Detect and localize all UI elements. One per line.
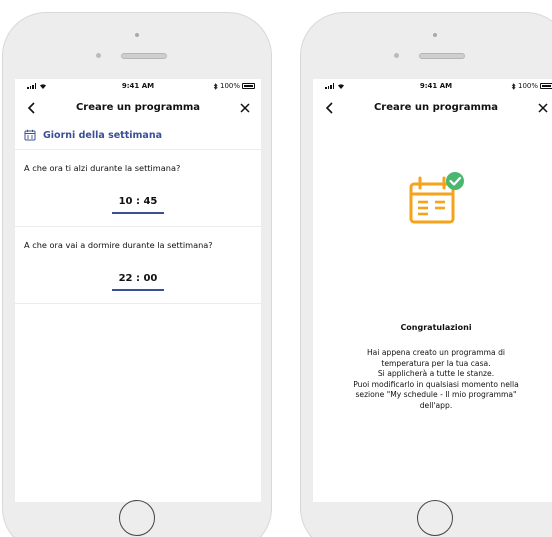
message-line: Hai appena creato un programma di [366,348,506,357]
question-text: A che ora ti alzi durante la settimana? [24,163,181,173]
calendar-icon [24,129,36,141]
screen-right: 9:41 AM 100% Creare un programma Congrat… [313,79,552,502]
battery-icon [540,83,552,89]
calendar-check-icon [409,172,464,224]
home-button[interactable] [417,500,453,536]
question-wake-up: A che ora ti alzi durante la settimana? … [15,150,261,227]
battery-percent: 100% [219,82,240,90]
page-title: Creare un programma [75,102,201,113]
battery-fill [542,85,551,87]
close-icon[interactable] [237,100,253,116]
screen-left: 9:41 AM 100% Creare un programma Giorni … [15,79,261,502]
nav-bar: Creare un programma [313,94,552,122]
message-line: temperatura per la tua casa. [381,358,491,368]
message-line: sezione "My schedule - Il mio programma" [355,390,517,399]
section-label: Giorni della settimana [43,129,162,141]
status-bar: 9:41 AM 100% [313,79,552,94]
close-icon[interactable] [535,100,551,116]
status-right: 100% [511,82,552,90]
earpiece-speaker [419,53,465,59]
status-bar: 9:41 AM 100% [15,79,261,94]
front-camera [433,33,437,37]
check-badge [446,172,464,190]
bluetooth-icon [511,82,516,90]
battery-fill [244,85,253,87]
wake-time-field[interactable]: 10 : 45 [112,196,164,214]
section-header-weekdays: Giorni della settimana [15,122,261,150]
front-camera [135,33,139,37]
phone-right: 9:41 AM 100% Creare un programma Congrat… [300,12,552,537]
battery-icon [242,83,255,89]
nav-bar: Creare un programma [15,94,261,122]
status-right: 100% [213,82,255,90]
home-button[interactable] [119,500,155,536]
proximity-sensor [96,53,101,58]
message-line: Si applicherà a tutte le stanze. [377,369,495,378]
bed-time-field[interactable]: 22 : 00 [112,273,164,291]
earpiece-speaker [121,53,167,59]
message-line: dell'app. [419,400,453,410]
proximity-sensor [394,53,399,58]
congrats-message: Hai appena creato un programma di temper… [315,348,552,411]
phone-left: 9:41 AM 100% Creare un programma Giorni … [2,12,272,537]
page-title: Creare un programma [373,102,499,113]
question-text: A che ora vai a dormire durante la setti… [24,240,213,250]
bluetooth-icon [213,82,218,90]
message-line: Puoi modificarlo in qualsiasi momento ne… [353,379,519,389]
congrats-title: Congratulazioni [400,323,472,332]
question-bedtime: A che ora vai a dormire durante la setti… [15,227,261,304]
battery-percent: 100% [517,82,538,90]
